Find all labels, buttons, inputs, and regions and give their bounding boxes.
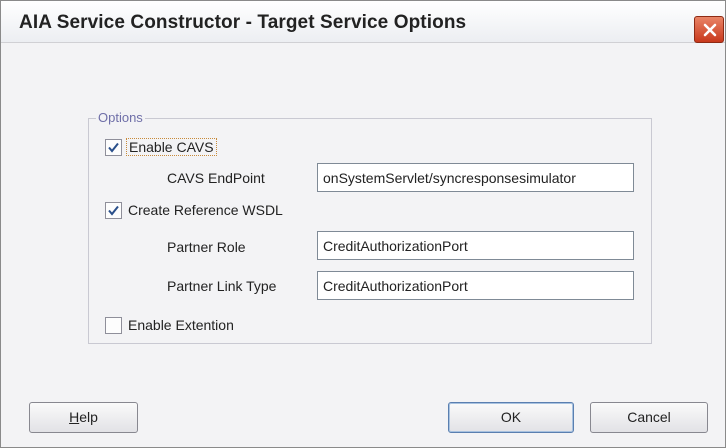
create-reference-wsdl-row[interactable]: Create Reference WSDL bbox=[105, 199, 283, 221]
check-icon bbox=[108, 142, 119, 153]
enable-extention-checkbox[interactable] bbox=[105, 316, 122, 334]
options-legend: Options bbox=[96, 110, 145, 125]
help-mnemonic: H bbox=[69, 409, 80, 425]
window-title: AIA Service Constructor - Target Service… bbox=[19, 12, 467, 33]
enable-extention-label: Enable Extention bbox=[128, 317, 234, 333]
title-bar[interactable]: AIA Service Constructor - Target Service… bbox=[1, 1, 725, 43]
help-button[interactable]: Help bbox=[29, 402, 138, 433]
cancel-button[interactable]: Cancel bbox=[590, 402, 708, 433]
close-button[interactable] bbox=[694, 16, 724, 43]
partner-role-input[interactable] bbox=[317, 231, 634, 260]
partner-link-type-input[interactable] bbox=[317, 271, 634, 300]
partner-link-type-label: Partner Link Type bbox=[167, 278, 277, 294]
enable-cavs-row[interactable]: Enable CAVS bbox=[105, 136, 217, 158]
ok-label: OK bbox=[500, 409, 522, 425]
enable-cavs-label: Enable CAVS bbox=[126, 138, 217, 156]
close-icon bbox=[703, 23, 717, 37]
partner-role-label: Partner Role bbox=[167, 239, 246, 255]
dialog-window: AIA Service Constructor - Target Service… bbox=[0, 0, 726, 448]
enable-extention-row[interactable]: Enable Extention bbox=[105, 314, 234, 336]
check-icon bbox=[108, 205, 119, 216]
enable-cavs-checkbox[interactable] bbox=[105, 138, 122, 156]
help-label: elp bbox=[79, 409, 98, 425]
cavs-endpoint-input[interactable] bbox=[317, 163, 634, 192]
create-reference-wsdl-checkbox[interactable] bbox=[105, 201, 122, 219]
cavs-endpoint-label: CAVS EndPoint bbox=[167, 170, 265, 186]
create-reference-wsdl-label: Create Reference WSDL bbox=[128, 202, 283, 218]
ok-button[interactable]: OK bbox=[448, 402, 574, 433]
cancel-label: Cancel bbox=[627, 409, 671, 425]
